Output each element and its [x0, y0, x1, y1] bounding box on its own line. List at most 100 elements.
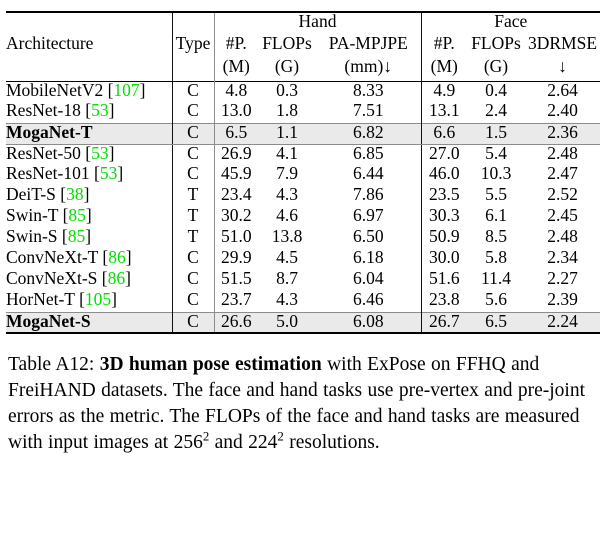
header-face-params: #P.	[420, 34, 467, 58]
bottom-rule-segment	[214, 332, 258, 335]
citation-link[interactable]: 53	[91, 100, 109, 120]
citation-bracket-open: [	[80, 100, 92, 120]
cell-type: T	[171, 185, 214, 207]
architecture-name: ResNet-101	[6, 163, 90, 183]
cell-face-flops: 6.1	[485, 205, 507, 225]
cell-architecture: ResNet-101 [53]	[6, 163, 172, 186]
table-bottom-rule	[6, 332, 601, 335]
cell-hand-flops: 13.8	[271, 226, 303, 246]
cell-hand-flops: 4.1	[276, 142, 298, 163]
cell-hand-pa-mpjpe: 6.18	[352, 247, 384, 267]
table-group-header-row: Hand Face	[6, 11, 601, 35]
table-row: Swin-S [85] T 51.0 13.8 6.50 50.9 8.5 2.48	[6, 226, 600, 249]
cell-type: C	[171, 122, 214, 145]
cell-type: C	[171, 269, 214, 291]
cell-hand-pa-mpjpe: 7.86	[352, 184, 384, 204]
citation-bracket-close: ]	[85, 226, 92, 246]
table-row: ConvNeXt-T [86] C 29.9 4.5 6.18 30.0 5.8 2.34	[6, 247, 600, 270]
table-caption: Table A12: 3D human pose estimation with…	[6, 352, 600, 456]
citation-link[interactable]: 107	[113, 80, 139, 100]
cell-face-params: 30.3	[420, 206, 467, 228]
cell-hand-pa-mpjpe: 6.04	[352, 268, 384, 288]
header-hand-params: #P.	[213, 34, 258, 58]
caption-body-part2: resolutions.	[283, 431, 380, 453]
cell-face-params: 51.6	[420, 269, 467, 291]
cell-hand-pa-mpjpe: 6.85	[352, 142, 384, 163]
citation-bracket-open: [	[55, 184, 67, 204]
citation-link[interactable]: 85	[68, 226, 86, 246]
citation-link[interactable]: 53	[91, 143, 109, 163]
cell-type: C	[171, 80, 214, 102]
cell-face-params: 4.9	[420, 80, 467, 102]
cell-hand-pa-mpjpe: 6.97	[352, 205, 384, 225]
cell-hand-params: 23.7	[213, 290, 258, 312]
cell-face-flops: 5.8	[485, 247, 507, 267]
cell-type: C	[171, 144, 214, 165]
bottom-rule-segment	[525, 332, 601, 335]
cell-architecture: MobileNetV2 [107]	[6, 79, 172, 102]
cell-hand-pa-mpjpe: 6.08	[316, 311, 421, 334]
citation-bracket-close: ]	[85, 205, 92, 225]
header-face-params-unit: (M)	[420, 57, 467, 81]
cell-face-3drmse: 2.36	[525, 122, 601, 145]
table-container: Hand Face Architecture Type #P. FLOPs PA…	[6, 11, 601, 335]
cell-architecture: ConvNeXt-S [86]	[6, 268, 172, 291]
citation-bracket-open: [	[97, 268, 108, 288]
cell-hand-params: 45.9	[213, 164, 258, 186]
cell-face-3drmse: 2.27	[547, 268, 578, 288]
header-hand-pa-mpjpe-unit: (mm)↓	[344, 56, 393, 76]
citation-link[interactable]: 105	[85, 289, 111, 309]
table-row: MogaNet-S C 26.6 5.0 6.08 26.7 6.5 2.24	[6, 311, 601, 334]
citation-bracket-open: [	[74, 289, 85, 309]
cell-hand-flops: 4.6	[276, 205, 298, 225]
cell-hand-flops: 7.9	[276, 163, 298, 183]
cell-face-params: 23.8	[420, 290, 467, 312]
cell-face-flops: 6.5	[467, 311, 525, 334]
bottom-rule-segment	[172, 332, 214, 335]
cell-face-params: 46.0	[420, 164, 467, 186]
bottom-rule-segment	[421, 332, 467, 335]
cell-face-flops: 10.3	[480, 163, 512, 183]
cell-face-3drmse: 2.52	[547, 184, 578, 204]
cell-hand-pa-mpjpe: 6.50	[352, 226, 384, 246]
citation-bracket-close: ]	[139, 79, 146, 100]
header-type: Type	[171, 34, 214, 58]
cell-face-flops: 2.4	[485, 100, 507, 120]
cell-architecture: DeiT-S [38]	[6, 184, 172, 207]
table-header-row-line2: (M) (G) (mm)↓ (M) (G) ↓	[6, 56, 600, 81]
header-hand-pa-mpjpe: PA-MPJPE	[328, 33, 408, 53]
cell-architecture: ResNet-18 [53]	[6, 100, 172, 123]
cell-type: C	[171, 164, 214, 186]
citation-link[interactable]: 53	[100, 163, 118, 183]
cell-face-3drmse: 2.34	[547, 247, 578, 267]
table-row: MobileNetV2 [107] C 4.8 0.3 8.33 4.9 0.4 2.64	[6, 79, 601, 102]
cell-hand-pa-mpjpe: 8.33	[316, 80, 421, 102]
cell-architecture: MogaNet-S	[6, 311, 172, 334]
cell-hand-pa-mpjpe: 6.46	[352, 289, 384, 309]
architecture-name: Swin-S	[6, 226, 58, 246]
cell-face-3drmse: 2.39	[547, 289, 578, 309]
cell-face-flops: 11.4	[481, 268, 511, 288]
citation-bracket-open: [	[58, 205, 69, 225]
citation-link[interactable]: 85	[68, 205, 86, 225]
cell-hand-params: 23.4	[213, 185, 258, 207]
architecture-name: ConvNeXt-T	[6, 247, 99, 267]
cell-face-params: 30.0	[420, 248, 467, 270]
results-table: Hand Face Architecture Type #P. FLOPs PA…	[6, 11, 601, 335]
cell-hand-params: 26.9	[213, 144, 258, 165]
table-row: Swin-T [85] T 30.2 4.6 6.97 30.3 6.1 2.45	[6, 205, 600, 228]
citation-link[interactable]: 86	[108, 247, 126, 267]
header-hand-params-unit: (M)	[213, 57, 258, 81]
citation-link[interactable]: 86	[108, 268, 126, 288]
cell-architecture: MogaNet-T	[6, 122, 172, 145]
cell-face-3drmse: 2.64	[525, 80, 601, 102]
architecture-name: ResNet-50	[6, 142, 81, 163]
architecture-name: ConvNeXt-S	[6, 268, 98, 288]
bottom-rule-segment	[467, 332, 525, 335]
caption-resolution-1: 256	[173, 431, 203, 453]
header-type-blank	[171, 11, 214, 35]
citation-link[interactable]: 38	[66, 184, 84, 204]
cell-hand-flops: 5.0	[258, 311, 316, 334]
cell-hand-pa-mpjpe: 6.82	[316, 122, 421, 145]
architecture-name: ResNet-18	[6, 100, 81, 120]
